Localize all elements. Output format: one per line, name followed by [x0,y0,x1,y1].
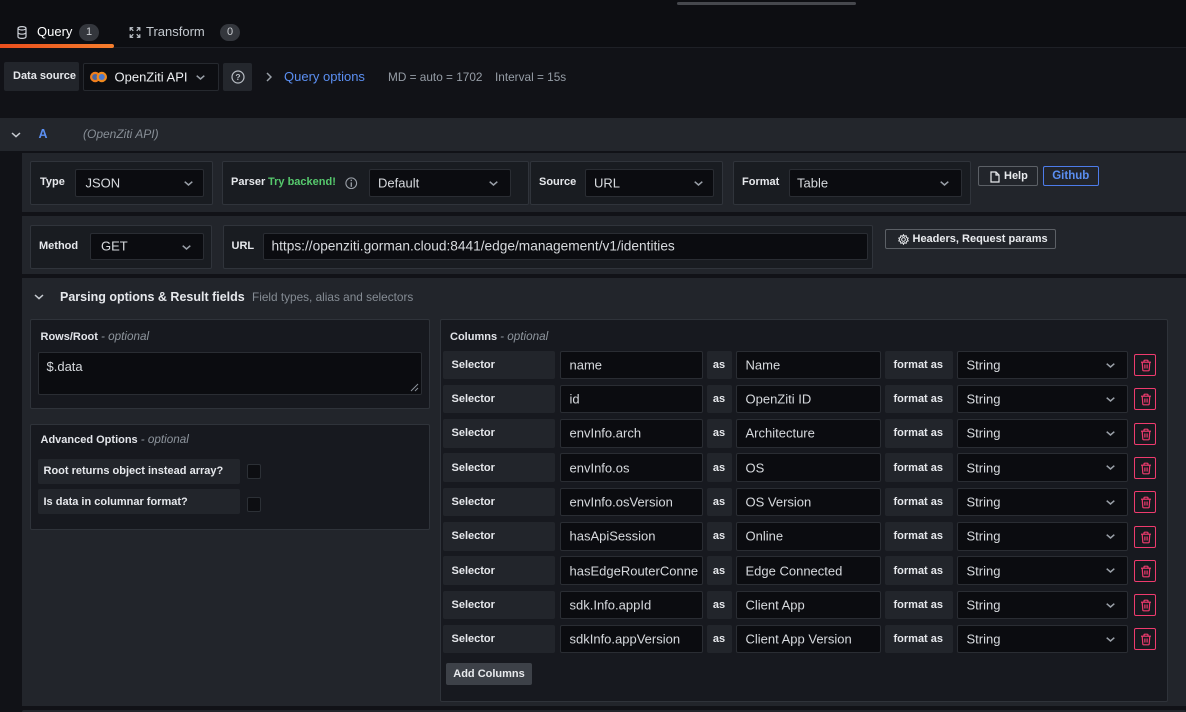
svg-text:?: ? [235,72,240,82]
